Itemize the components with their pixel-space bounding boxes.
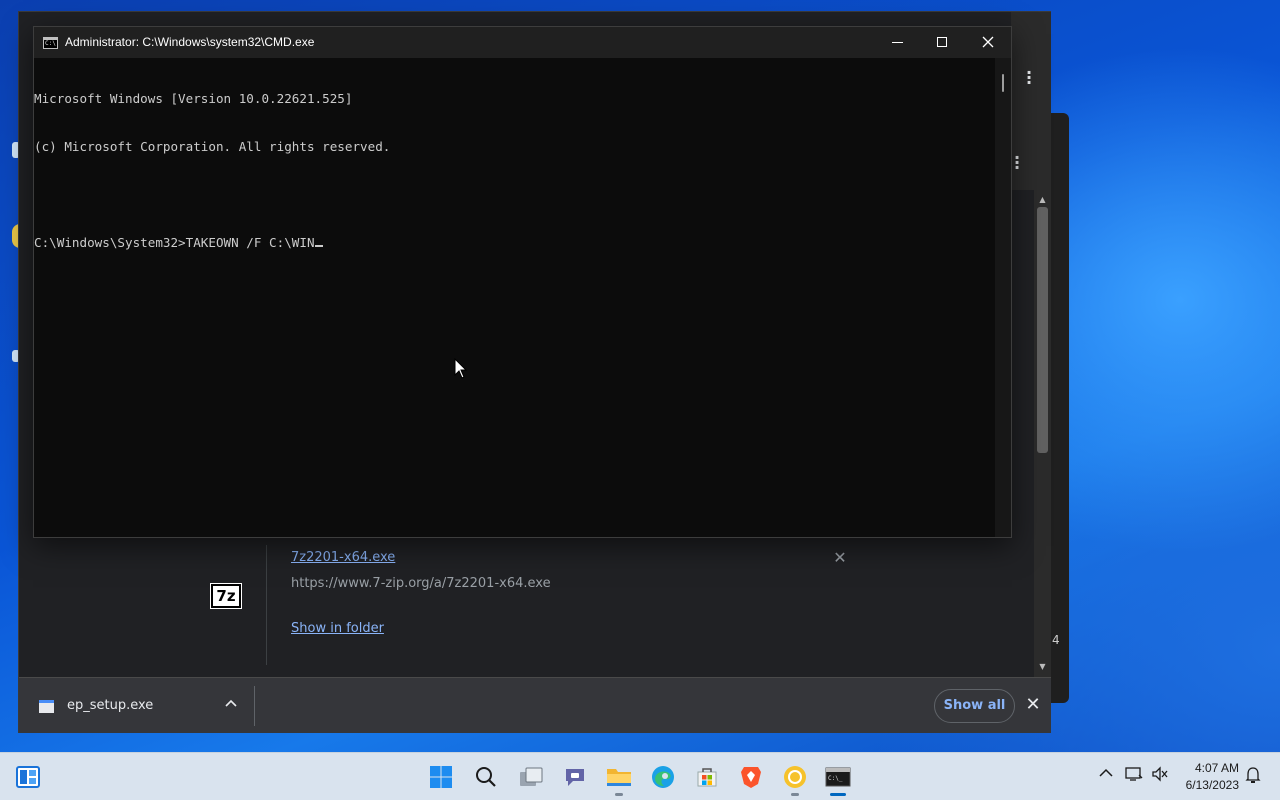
brave-browser-icon[interactable] (737, 763, 765, 791)
console-command-text: C:\Windows\System32>TAKEOWN /F C:\WIN (34, 235, 315, 250)
maximize-icon (937, 37, 947, 47)
minimize-icon (891, 41, 903, 43)
cmd-scrollbar-thumb[interactable] (1002, 74, 1004, 92)
cmd-window-title: Administrator: C:\Windows\system32\CMD.e… (65, 35, 315, 49)
download-file-link[interactable]: 7z2201-x64.exe (291, 550, 395, 565)
volume-muted-icon[interactable] (1150, 766, 1170, 786)
download-source-url: https://www.7-zip.org/a/7z2201-x64.exe (291, 576, 551, 591)
console-prompt-line[interactable]: C:\Windows\System32>TAKEOWN /F C:\WIN (34, 235, 995, 251)
microsoft-store-icon[interactable] (693, 763, 721, 791)
taskbar: C:\_ 4:07 AM 6/13/2023 (0, 752, 1280, 800)
svg-text:C:\_: C:\_ (828, 775, 843, 782)
teams-chat-icon[interactable] (561, 763, 589, 791)
edge-icon[interactable] (649, 763, 677, 791)
cmd-app-icon: C:\ (43, 37, 58, 49)
show-in-folder-link[interactable]: Show in folder (291, 621, 384, 636)
chrome-running-indicator (791, 793, 799, 796)
background-window-text: 4 (1052, 633, 1060, 647)
start-icon[interactable] (427, 763, 455, 791)
console-line: Microsoft Windows [Version 10.0.22621.52… (34, 91, 353, 106)
remove-download-close-icon[interactable]: ✕ (831, 548, 849, 567)
clock-time[interactable]: 4:07 AM (1181, 761, 1239, 775)
cmd-window[interactable]: C:\ Administrator: C:\Windows\system32\C… (33, 26, 1012, 538)
chrome-menu-icon[interactable]: · · · (1025, 65, 1033, 91)
clock-date[interactable]: 6/13/2023 (1181, 778, 1239, 792)
search-icon[interactable] (472, 763, 500, 791)
exe-file-icon (39, 700, 54, 713)
network-icon[interactable] (1124, 766, 1144, 786)
cmd-scrollbar[interactable] (995, 58, 1011, 537)
mouse-pointer-icon (454, 358, 468, 379)
chrome-icon[interactable] (781, 763, 809, 791)
show-all-button[interactable]: Show all (934, 689, 1015, 723)
scroll-up-arrow-icon[interactable]: ▲ (1037, 195, 1048, 205)
chevron-up-icon[interactable] (223, 695, 239, 711)
close-button[interactable] (965, 27, 1011, 58)
download-item-divider (266, 545, 267, 665)
downloads-menu-icon[interactable]: · · · (1013, 150, 1021, 176)
background-window-edge (1051, 113, 1069, 703)
minimize-button[interactable] (874, 27, 920, 58)
console-line: (c) Microsoft Corporation. All rights re… (34, 139, 391, 154)
show-hidden-icons-chevron-icon[interactable] (1096, 766, 1116, 782)
command-prompt-active-indicator (830, 793, 846, 796)
download-shelf-separator (254, 686, 255, 726)
downloads-list (19, 538, 1034, 677)
notifications-icon[interactable] (1243, 766, 1263, 788)
widgets-icon[interactable] (14, 763, 42, 791)
cmd-titlebar[interactable]: C:\ Administrator: C:\Windows\system32\C… (34, 27, 1011, 58)
task-view-icon[interactable] (517, 763, 545, 791)
close-download-shelf-icon[interactable]: ✕ (1024, 694, 1042, 715)
close-icon (982, 36, 994, 48)
file-explorer-running-indicator (615, 793, 623, 796)
command-prompt-icon[interactable]: C:\_ (824, 763, 852, 791)
text-cursor (314, 245, 323, 247)
file-explorer-icon[interactable] (605, 763, 633, 791)
downloads-scrollbar-thumb[interactable] (1037, 207, 1048, 453)
scroll-down-arrow-icon[interactable]: ▼ (1037, 662, 1048, 672)
7zip-file-icon: 7z (210, 583, 242, 609)
download-shelf-file-name[interactable]: ep_setup.exe (67, 698, 153, 713)
cmd-console-output[interactable]: Microsoft Windows [Version 10.0.22621.52… (34, 58, 995, 537)
maximize-button[interactable] (919, 27, 965, 58)
download-shelf: ep_setup.exe Show all ✕ (19, 677, 1051, 733)
